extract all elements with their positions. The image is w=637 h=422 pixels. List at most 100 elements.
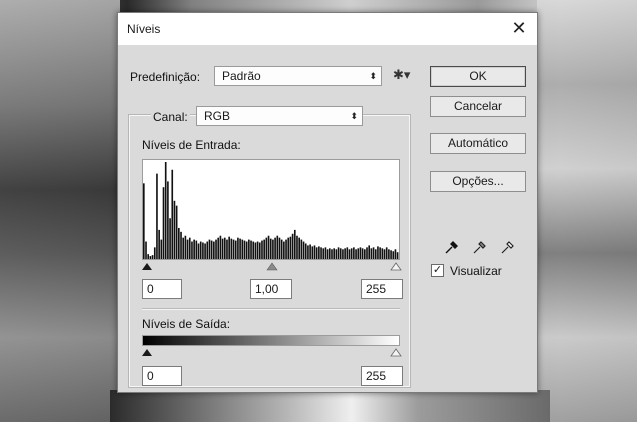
white-point-eyedropper-icon[interactable]	[500, 239, 516, 255]
preview-checkbox[interactable]: ✓	[431, 264, 444, 277]
histogram-bar	[180, 231, 182, 259]
histogram-bar	[156, 173, 158, 259]
histogram-bar	[153, 247, 156, 259]
histogram-bar	[304, 243, 307, 259]
histogram-bar	[204, 243, 206, 259]
histogram-bar	[357, 248, 360, 259]
channel-select[interactable]: RGB ⬍	[196, 106, 363, 126]
histogram-bar	[173, 200, 176, 259]
histogram-bar	[237, 237, 239, 259]
updown-arrows-icon: ⬍	[369, 71, 377, 81]
histogram-bar	[197, 243, 200, 259]
histogram-bar	[353, 247, 355, 259]
histogram-bar	[394, 249, 397, 259]
histogram-bar	[245, 241, 248, 259]
histogram-bar	[355, 249, 357, 259]
channel-label: Canal:	[151, 110, 190, 124]
histogram-bar	[210, 240, 213, 259]
histogram-bar	[335, 249, 338, 259]
histogram-bar	[348, 249, 351, 259]
histogram-bar	[164, 162, 167, 259]
histogram-bar	[379, 247, 381, 259]
histogram-bar	[289, 236, 292, 259]
input-black-field[interactable]: 0	[142, 279, 182, 299]
histogram-bar	[390, 250, 392, 259]
histogram-bar	[374, 249, 377, 259]
output-black-field[interactable]: 0	[142, 366, 182, 386]
updown-arrows-icon: ⬍	[350, 111, 358, 121]
histogram-bar	[396, 252, 399, 259]
histogram-bar	[223, 237, 226, 259]
histogram-bar	[368, 245, 371, 259]
histogram-bar	[256, 241, 259, 259]
histogram-bar	[241, 239, 244, 259]
histogram-bar	[230, 238, 233, 259]
histogram-bar	[199, 241, 202, 259]
histogram-bar	[280, 239, 283, 259]
output-levels-label: Níveis de Saída:	[142, 317, 231, 331]
histogram-bar	[208, 239, 211, 259]
output-slider[interactable]	[138, 346, 404, 358]
histogram-bar	[278, 237, 281, 259]
output-black-slider-handle[interactable]	[142, 349, 152, 356]
histogram-bar	[169, 218, 171, 259]
histogram-bar	[267, 235, 270, 259]
histogram-bar	[213, 241, 215, 259]
histogram-bar	[151, 255, 154, 259]
histogram-bar	[269, 238, 272, 259]
preset-select[interactable]: Padrão ⬍	[214, 66, 382, 86]
histogram-bar	[252, 241, 255, 259]
histogram-bar	[333, 248, 335, 259]
histogram-bar	[372, 247, 375, 259]
input-gamma-slider-handle[interactable]	[266, 262, 278, 271]
histogram-bar	[296, 235, 298, 259]
histogram-bar	[147, 254, 150, 259]
output-white-slider-handle[interactable]	[390, 348, 402, 357]
histogram-bar	[370, 248, 373, 259]
histogram-bar	[298, 237, 300, 259]
input-gamma-field[interactable]: 1,00	[250, 279, 292, 299]
gray-point-eyedropper-icon[interactable]	[472, 239, 488, 255]
histogram-bar	[320, 247, 322, 259]
histogram-bar	[226, 239, 228, 259]
histogram-bar	[217, 237, 220, 259]
histogram-bar	[186, 239, 189, 259]
histogram-bar	[302, 241, 305, 259]
histogram-bar	[324, 247, 327, 259]
gear-icon[interactable]: ✱▾	[393, 67, 410, 83]
histogram-bar	[195, 240, 198, 259]
histogram-bar	[221, 238, 224, 259]
close-icon[interactable]: ✕	[509, 17, 529, 39]
ok-button[interactable]: OK	[430, 66, 526, 87]
histogram-bar	[171, 169, 174, 259]
black-point-eyedropper-icon[interactable]	[444, 239, 460, 255]
channel-value: RGB	[204, 109, 231, 123]
histogram-bar	[193, 239, 195, 259]
preset-label: Predefinição:	[130, 70, 201, 84]
histogram-bar	[383, 249, 386, 259]
title-bar[interactable]: Níveis ✕	[118, 13, 537, 45]
histogram-bar	[234, 240, 237, 259]
cancel-button[interactable]: Cancelar	[430, 96, 526, 117]
histogram-bar	[263, 239, 265, 259]
histogram-bar	[392, 251, 395, 259]
histogram-bar	[274, 237, 276, 259]
histogram-bar	[261, 240, 263, 259]
histogram-bar	[184, 235, 187, 259]
auto-button[interactable]: Automático	[430, 133, 526, 154]
output-white-field[interactable]: 255	[361, 366, 403, 386]
input-white-slider-handle[interactable]	[390, 262, 402, 271]
input-slider[interactable]	[138, 260, 404, 272]
histogram-bar	[250, 240, 252, 259]
histogram-bar	[363, 249, 366, 259]
histogram-bar	[149, 256, 152, 259]
options-button[interactable]: Opções...	[430, 171, 526, 192]
input-black-slider-handle[interactable]	[142, 263, 152, 270]
histogram-bar	[366, 247, 368, 259]
histogram-bar	[313, 245, 316, 259]
input-white-field[interactable]: 255	[361, 279, 403, 299]
histogram-bar	[191, 241, 193, 259]
histogram-bar	[339, 248, 342, 259]
histogram-bars	[143, 162, 399, 259]
histogram-bar	[287, 237, 290, 259]
